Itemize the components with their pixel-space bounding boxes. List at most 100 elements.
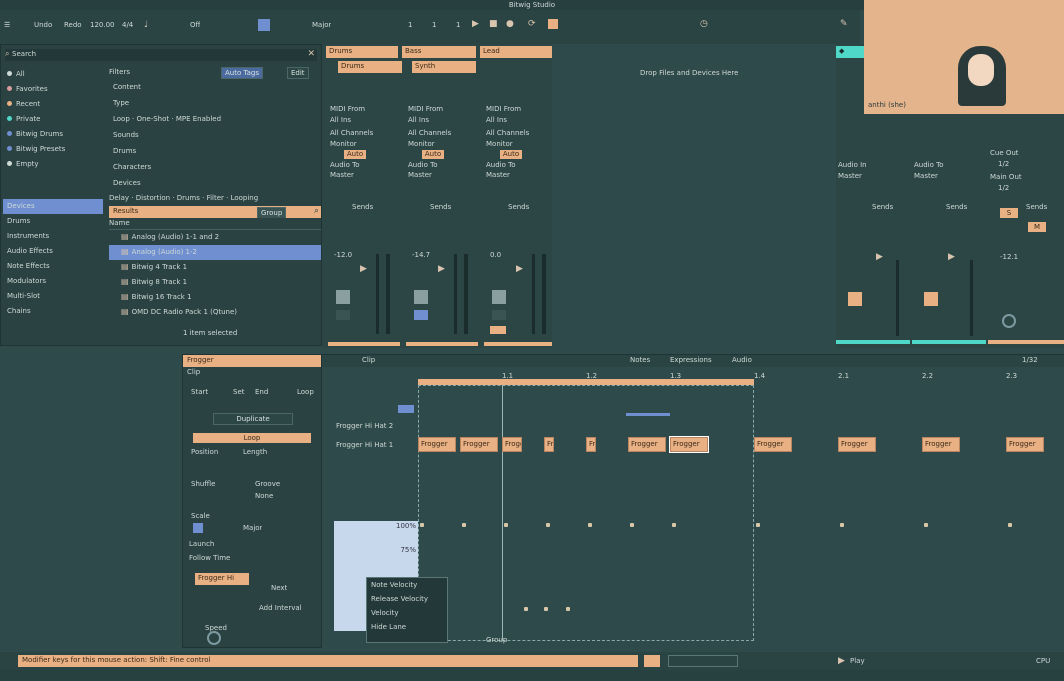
note-clip[interactable]: Frogger: [586, 437, 596, 452]
play-icon[interactable]: ▶: [838, 656, 845, 666]
key-select[interactable]: Major: [243, 523, 262, 534]
filter-row[interactable]: Sounds: [109, 127, 321, 143]
context-menu-item[interactable]: Velocity: [367, 606, 447, 620]
drop-area[interactable]: Drop Files and Devices Here: [552, 44, 864, 348]
note-clip[interactable]: Frogger: [502, 437, 522, 452]
result-row[interactable]: ▤ Analog (Audio) 1-2: [109, 245, 321, 260]
location-item[interactable]: Empty: [3, 157, 103, 172]
category-item[interactable]: Chains: [3, 304, 103, 319]
result-row[interactable]: ▤ Bitwig 8 Track 1: [109, 275, 321, 290]
midi-channels[interactable]: All Channels: [330, 128, 373, 139]
note-clip[interactable]: Frogger: [838, 437, 876, 452]
velocity-point[interactable]: [504, 523, 508, 527]
tag-line[interactable]: Delay · Distortion · Drums · Filter · Lo…: [109, 193, 321, 204]
grid-resolution[interactable]: 1/32: [1022, 355, 1038, 366]
note-clip[interactable]: Frogger: [418, 437, 456, 452]
clip-section[interactable]: Clip: [183, 367, 321, 379]
record-arm-button[interactable]: [490, 326, 506, 334]
audio-to-dest[interactable]: Master: [914, 171, 938, 182]
audio-dest[interactable]: Master: [486, 170, 510, 181]
category-item[interactable]: Audio Effects: [3, 244, 103, 259]
context-menu-item[interactable]: Hide Lane: [367, 620, 447, 634]
midi-source[interactable]: All Ins: [486, 115, 507, 126]
location-item[interactable]: All: [3, 67, 103, 82]
midi-channels[interactable]: All Channels: [486, 128, 529, 139]
category-item[interactable]: Modulators: [3, 274, 103, 289]
category-item[interactable]: Instruments: [3, 229, 103, 244]
note-clip[interactable]: Frogger: [669, 436, 709, 453]
track-header-bass[interactable]: Bass: [402, 46, 476, 58]
context-menu-item[interactable]: Note Velocity: [367, 578, 447, 592]
filter-row[interactable]: Loop · One-Shot · MPE Enabled: [109, 111, 321, 127]
fader-track-r2[interactable]: [970, 260, 973, 336]
fx-button[interactable]: ◆: [836, 46, 864, 58]
tab-clip[interactable]: Clip: [362, 355, 375, 366]
filter-row[interactable]: Drums: [109, 143, 321, 159]
timeline-ruler[interactable]: 1.1 1.2 1.3 1.4 2.1 2.2 2.3: [418, 371, 1064, 381]
monitor-auto-button[interactable]: Auto: [344, 150, 366, 159]
scale-checkbox[interactable]: [193, 523, 203, 533]
status-toggle[interactable]: [644, 655, 660, 667]
close-icon[interactable]: ✕: [307, 49, 315, 59]
groove-toggle[interactable]: Off: [190, 20, 200, 31]
browser-search[interactable]: ⌕ Search ✕: [5, 49, 317, 61]
midi-channels[interactable]: All Channels: [408, 128, 451, 139]
mute-button[interactable]: [336, 310, 350, 320]
monitor-auto-button[interactable]: Auto: [422, 150, 444, 159]
category-item[interactable]: Multi-Slot: [3, 289, 103, 304]
lane-toggle[interactable]: [398, 405, 414, 413]
speed-knob[interactable]: [207, 631, 221, 645]
solo-button[interactable]: [336, 290, 350, 304]
note-clip[interactable]: Frogger: [754, 437, 792, 452]
solo-button-master[interactable]: S: [1000, 208, 1018, 218]
velocity-point[interactable]: [588, 523, 592, 527]
audio-dest[interactable]: Master: [408, 170, 432, 181]
main-ratio[interactable]: 1/2: [998, 183, 1009, 194]
velocity-point[interactable]: [840, 523, 844, 527]
velocity-point[interactable]: [630, 523, 634, 527]
play-icon[interactable]: ▶: [472, 19, 479, 29]
solo-button[interactable]: [414, 290, 428, 304]
velocity-point[interactable]: [420, 523, 424, 527]
edit-button[interactable]: Edit: [287, 67, 309, 79]
note-clip[interactable]: Frogger: [628, 437, 666, 452]
mute-button-master[interactable]: M: [1028, 222, 1046, 232]
location-item[interactable]: Recent: [3, 97, 103, 112]
context-menu-item[interactable]: Release Velocity: [367, 592, 447, 606]
redo-button[interactable]: Redo: [64, 20, 82, 31]
menu-icon[interactable]: ☰: [4, 20, 10, 31]
launch-section[interactable]: Launch: [189, 539, 214, 550]
note-clip[interactable]: Frogger: [1006, 437, 1044, 452]
note-clip[interactable]: Frogger: [460, 437, 498, 452]
location-item[interactable]: Favorites: [3, 82, 103, 97]
duplicate-button[interactable]: Duplicate: [213, 413, 293, 425]
undo-button[interactable]: Undo: [34, 20, 52, 31]
stop-icon[interactable]: ■: [489, 19, 498, 29]
mute-button[interactable]: [492, 310, 506, 320]
name-header[interactable]: Name: [109, 218, 321, 230]
clip-slot-synth[interactable]: Synth: [412, 61, 476, 73]
tab-expressions[interactable]: Expressions: [670, 355, 712, 366]
result-row[interactable]: ▤ Bitwig 4 Track 1: [109, 260, 321, 275]
velocity-point[interactable]: [756, 523, 760, 527]
category-item[interactable]: Note Effects: [3, 259, 103, 274]
midi-source[interactable]: All Ins: [330, 115, 351, 126]
filter-row[interactable]: Devices: [109, 175, 321, 191]
follow-section[interactable]: Follow Time: [189, 553, 230, 564]
track-header-lead[interactable]: Lead: [480, 46, 552, 58]
record-icon[interactable]: ●: [506, 19, 514, 29]
key-select[interactable]: Major: [312, 20, 331, 31]
midi-source[interactable]: All Ins: [408, 115, 429, 126]
search-icon[interactable]: ⌕: [314, 206, 319, 216]
volume-fader[interactable]: [454, 254, 457, 334]
tab-audio[interactable]: Audio: [732, 355, 752, 366]
note-clip[interactable]: Frogger: [922, 437, 960, 452]
monitor-auto-button[interactable]: Auto: [500, 150, 522, 159]
mute-button[interactable]: [414, 310, 428, 320]
frogger-chip[interactable]: Frogger Hi: [195, 573, 249, 585]
velocity-point[interactable]: [672, 523, 676, 527]
clock-icon[interactable]: ◷: [700, 19, 708, 29]
fader-track-r1[interactable]: [896, 260, 899, 336]
note-clip[interactable]: Frogger: [544, 437, 554, 452]
arm-button-r1[interactable]: [848, 292, 862, 306]
